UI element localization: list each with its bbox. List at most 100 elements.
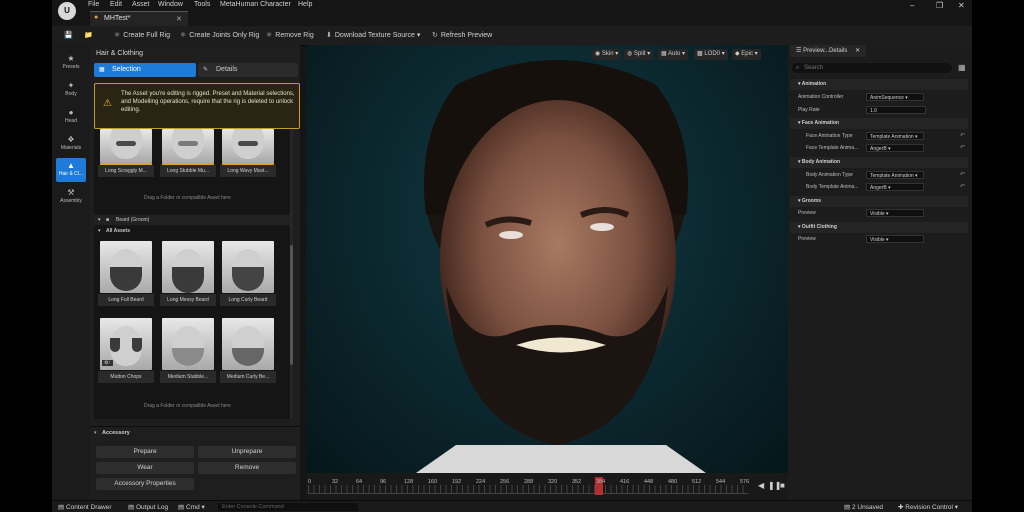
prop-label: Preview	[798, 236, 816, 242]
reset-icon[interactable]: ↶	[960, 171, 965, 178]
lod0-button[interactable]: ▩ LOD0 ▾	[694, 49, 728, 60]
collapse-icon[interactable]: ▾	[94, 430, 97, 436]
unsaved-icon: ▤	[844, 504, 851, 511]
category-grooms[interactable]: ▾ Grooms	[790, 196, 968, 207]
body-template-anim-select[interactable]: AngerB ▾	[866, 183, 924, 191]
maximize-icon[interactable]: ❐	[936, 1, 943, 10]
create-full-rig-label: Create Full Rig	[123, 32, 170, 39]
download-texture-source-button[interactable]: ⬇ Download Texture Source ▾	[326, 31, 420, 39]
asset-scrollbar-thumb[interactable]	[290, 245, 293, 365]
sidebar-item-presets[interactable]: ★ Presets	[56, 51, 86, 75]
mustache-thumbnail[interactable]	[162, 129, 214, 163]
browse-icon[interactable]: 📁	[84, 31, 93, 39]
beard-section-label: Beard (Groom)	[116, 217, 150, 223]
menu-metahuman-character[interactable]: MetaHuman Character	[220, 1, 291, 8]
save-icon[interactable]: 💾	[64, 31, 73, 39]
cmd-dropdown[interactable]: ▤ Cmd ▾	[178, 503, 205, 511]
play-reverse-icon[interactable]: ◀	[758, 481, 764, 490]
output-log-button[interactable]: ▤ Output Log	[128, 503, 168, 511]
all-assets-header[interactable]: ▾ All Assets	[94, 227, 290, 236]
beard-thumbnail[interactable]	[162, 318, 214, 370]
document-tab[interactable]: ● MHTest* ✕	[90, 11, 188, 26]
reset-icon[interactable]: ↶	[960, 144, 965, 151]
close-tab-icon[interactable]: ✕	[855, 48, 860, 54]
reset-icon[interactable]: ↶	[960, 183, 965, 190]
timeline-tick-label: 448	[644, 479, 654, 485]
sidebar-item-hair-clothing[interactable]: ▲ Hair & Cl...	[56, 158, 86, 182]
console-command-input[interactable]: Enter Console Command	[218, 503, 358, 511]
menu-help[interactable]: Help	[298, 1, 312, 8]
tab-details-label: Details	[216, 66, 238, 73]
beard-thumbnail[interactable]	[222, 318, 274, 370]
split-view-button[interactable]: ◍ Split ▾	[624, 49, 654, 60]
outfit-preview-select[interactable]: Visible ▾	[866, 235, 924, 243]
skin-view-button[interactable]: ◉ Skin ▾	[592, 49, 622, 60]
menu-file[interactable]: File	[88, 1, 99, 8]
reset-icon[interactable]: ↶	[960, 132, 965, 139]
cmd-label: Cmd	[185, 504, 200, 511]
beard-thumbnail[interactable]	[222, 241, 274, 293]
lod-auto-label: Auto	[668, 51, 681, 57]
timeline-ruler[interactable]	[308, 485, 748, 494]
content-drawer-button[interactable]: ▤ Content Drawer	[58, 503, 112, 511]
character-viewport[interactable]: ◉ Skin ▾ ◍ Split ▾ ▦ Auto ▾ ▩ LOD0 ▾ ◆ E…	[306, 45, 788, 473]
sidebar-item-body[interactable]: ✦ Body	[56, 78, 86, 102]
category-face-animation[interactable]: ▾ Face Animation	[790, 118, 968, 129]
star-icon: ★	[67, 54, 75, 63]
details-search-input[interactable]: ⌕ Search	[792, 63, 952, 73]
beard-section-header[interactable]: ▾ ■ Beard (Groom)	[94, 215, 290, 225]
prop-label: Body Template Anima...	[806, 184, 859, 190]
mustache-thumbnail[interactable]	[100, 129, 152, 163]
remove-rig-label: Remove Rig	[275, 32, 314, 39]
animation-controller-select[interactable]: AnimSequence ▾	[866, 93, 924, 101]
category-animation[interactable]: ▾ Animation	[790, 79, 968, 90]
prepare-button[interactable]: Prepare	[96, 446, 194, 458]
outfit-preview-value: Visible	[870, 237, 885, 243]
remove-rig-button[interactable]: ⚛ Remove Rig	[266, 31, 314, 39]
menu-asset[interactable]: Asset	[132, 1, 150, 8]
remove-button[interactable]: Remove	[198, 462, 296, 474]
beard-thumbnail[interactable]	[100, 241, 152, 293]
tab-details[interactable]: ✎ Details	[198, 63, 298, 77]
face-animation-type-select[interactable]: Template Animation ▾	[866, 132, 924, 140]
menu-window[interactable]: Window	[158, 1, 183, 8]
sidebar-item-materials[interactable]: ❖ Materials	[56, 132, 86, 156]
quality-epic-label: Epic	[741, 51, 753, 57]
wear-button[interactable]: Wear	[96, 462, 194, 474]
revision-control-button[interactable]: ✚ Revision Control ▾	[898, 503, 958, 511]
create-full-rig-button[interactable]: ⚛ Create Full Rig	[114, 31, 170, 39]
sidebar-item-head[interactable]: ● Head	[56, 105, 86, 129]
close-window-icon[interactable]: ✕	[958, 1, 965, 10]
output-log-label: Output Log	[135, 504, 169, 511]
accessory-properties-button[interactable]: Accessory Properties	[96, 478, 194, 490]
timeline-tick-label: 480	[668, 479, 678, 485]
refresh-preview-button[interactable]: ↻ Refresh Preview	[432, 31, 492, 39]
preview-details-tab[interactable]: ☰ Preview...Details ✕	[790, 45, 866, 57]
tab-selection[interactable]: ▦ Selection	[94, 63, 196, 77]
menu-tools[interactable]: Tools	[194, 1, 210, 8]
unreal-logo-icon[interactable]: U	[58, 2, 76, 20]
body-animation-type-select[interactable]: Template Animation ▾	[866, 171, 924, 179]
play-rate-input[interactable]: 1.0	[866, 106, 926, 114]
stop-icon[interactable]: ■	[780, 481, 785, 490]
quality-epic-button[interactable]: ◆ Epic ▾	[732, 49, 761, 60]
preview-details-panel: ☰ Preview...Details ✕ ⌕ Search ▦ ▾ Anima…	[788, 45, 972, 500]
lod-auto-button[interactable]: ▦ Auto ▾	[658, 49, 689, 60]
unsaved-button[interactable]: ▤ 2 Unsaved	[844, 503, 883, 511]
create-joints-only-rig-button[interactable]: ⚛ Create Joints Only Rig	[180, 31, 259, 39]
category-body-animation[interactable]: ▾ Body Animation	[790, 157, 968, 168]
mustache-thumbnail[interactable]	[222, 129, 274, 163]
beard-thumbnail[interactable]	[162, 241, 214, 293]
close-tab-icon[interactable]: ✕	[176, 15, 182, 23]
grooms-preview-select[interactable]: Visible ▾	[866, 209, 924, 217]
unprepare-button[interactable]: Unprepare	[198, 446, 296, 458]
category-outfit-clothing[interactable]: ▾ Outfit Clothing	[790, 222, 968, 233]
face-template-anim-select[interactable]: AngerB ▾	[866, 144, 924, 152]
beard-thumbnail[interactable]: ⚙↑	[100, 318, 152, 370]
table-view-icon[interactable]: ▦	[958, 63, 966, 72]
animation-timeline[interactable]: 0 32 64 96 128 160 192 224 256 288 320 352 384 416 448…	[306, 473, 788, 500]
sidebar-item-assembly[interactable]: ⚒ Assembly	[56, 185, 86, 209]
menu-edit[interactable]: Edit	[110, 1, 122, 8]
body-template-anim-value: AngerB	[870, 185, 887, 191]
minimize-icon[interactable]: –	[910, 1, 914, 10]
